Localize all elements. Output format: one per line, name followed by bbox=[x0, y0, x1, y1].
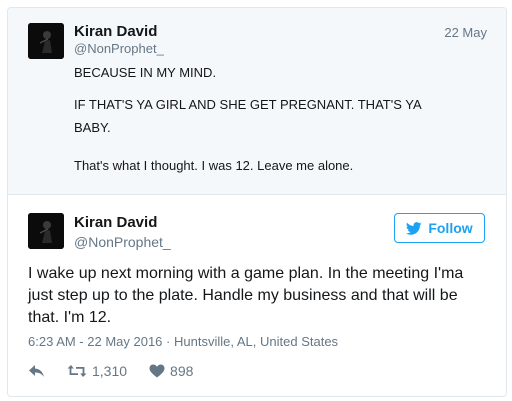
retweet-button[interactable]: 1,310 bbox=[67, 363, 127, 379]
follow-button[interactable]: Follow bbox=[394, 213, 485, 243]
author-handle[interactable]: @NonProphet_ bbox=[74, 234, 171, 250]
tweet-text-line: I wake up next morning with a game plan.… bbox=[28, 265, 464, 282]
tweet-text-line: BECAUSE IN MY MIND. bbox=[74, 65, 217, 80]
reply-icon bbox=[29, 365, 44, 377]
meta-separator: · bbox=[166, 334, 171, 349]
tweet-text-line: IF THAT'S YA GIRL AND SHE GET PREGNANT. … bbox=[74, 97, 422, 112]
tweet-embed-card: Kiran David @NonProphet_ 22 May BECAUSE … bbox=[7, 7, 507, 397]
like-button[interactable]: 898 bbox=[149, 363, 193, 379]
follow-label: Follow bbox=[428, 220, 473, 236]
parent-tweet[interactable]: Kiran David @NonProphet_ 22 May BECAUSE … bbox=[8, 8, 506, 195]
author-handle[interactable]: @NonProphet_ bbox=[74, 41, 164, 56]
heart-icon bbox=[149, 364, 165, 378]
like-count: 898 bbox=[170, 363, 194, 379]
retweet-icon bbox=[67, 365, 87, 377]
tweet-text-line: BABY. bbox=[74, 120, 111, 135]
tweet-text-line: That's what I thought. I was 12. Leave m… bbox=[74, 158, 354, 173]
tweet-location[interactable]: Huntsville, AL, United States bbox=[174, 334, 338, 349]
reply-button[interactable] bbox=[28, 364, 45, 378]
tweet-text-line: that. I'm 12. bbox=[28, 309, 112, 326]
retweet-count: 1,310 bbox=[92, 363, 128, 379]
tweet-actions: 1,310 898 bbox=[28, 361, 215, 381]
author-name[interactable]: Kiran David bbox=[74, 214, 157, 231]
tweet-meta: 6:23 AM - 22 May 2016 · Huntsville, AL, … bbox=[28, 334, 338, 349]
tweet-date[interactable]: 22 May bbox=[444, 25, 487, 40]
tweet-text-line: just step up to the plate. Handle my bus… bbox=[28, 287, 458, 304]
avatar[interactable] bbox=[28, 23, 64, 59]
twitter-bird-icon bbox=[406, 221, 422, 235]
tweet-timestamp[interactable]: 6:23 AM - 22 May 2016 bbox=[28, 334, 162, 349]
author-name[interactable]: Kiran David bbox=[74, 23, 157, 40]
avatar[interactable] bbox=[28, 213, 64, 249]
